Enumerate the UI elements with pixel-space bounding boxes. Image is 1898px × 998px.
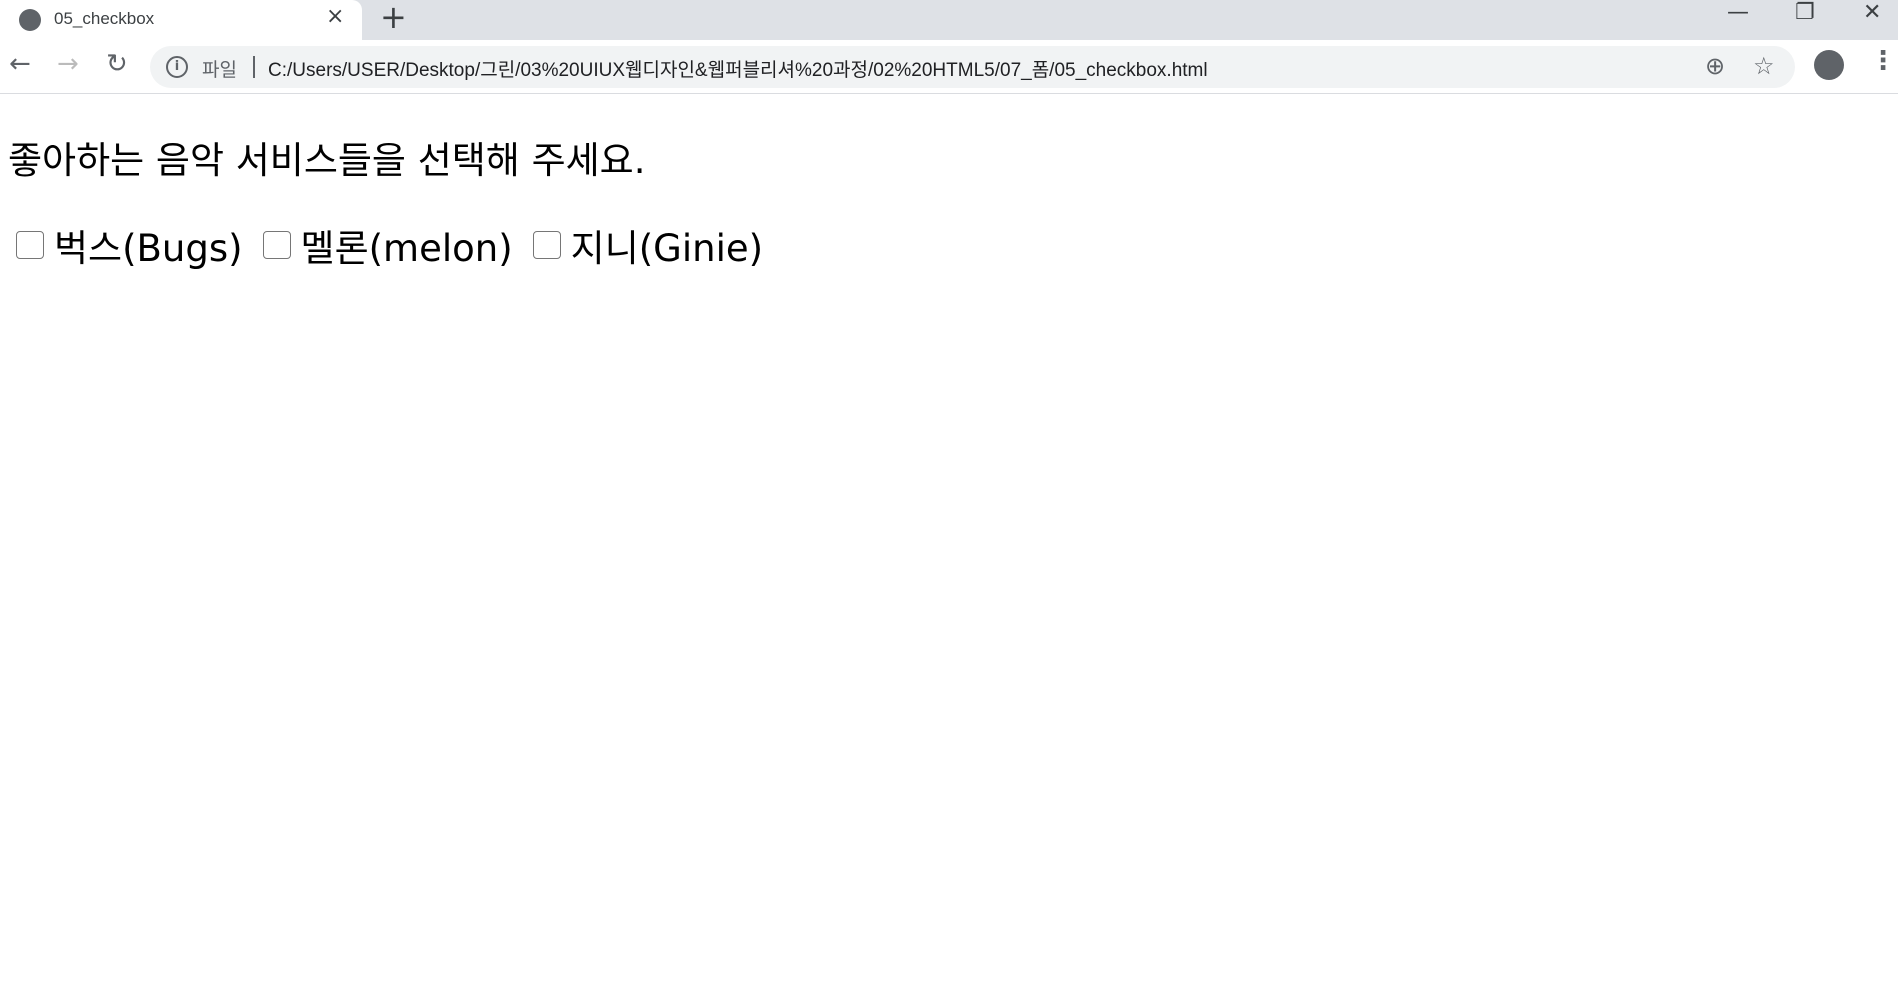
reload-button[interactable]: ↻ [106,49,128,79]
info-icon[interactable]: i [166,56,188,78]
back-button[interactable]: ← [9,49,31,79]
tab-strip: 05_checkbox × + — ❐ ✕ [0,0,1898,40]
tab-close-icon[interactable]: × [326,4,344,29]
tab-active[interactable]: 05_checkbox × [0,0,362,40]
menu-icon[interactable]: ⋮ [1870,46,1896,76]
restore-button[interactable]: ❐ [1795,0,1815,25]
forward-button[interactable]: → [57,49,79,79]
separator [253,56,255,78]
checkbox-group: 벅스(Bugs) 멜론(melon) 지니(Ginie) [8,218,775,272]
new-tab-button[interactable]: + [380,0,407,36]
profile-avatar-icon[interactable] [1814,50,1844,80]
close-window-button[interactable]: ✕ [1863,0,1881,25]
label-ginie[interactable]: 지니(Ginie) [571,218,763,272]
checkbox-melon[interactable] [262,231,291,259]
url-text[interactable]: C:/Users/USER/Desktop/그린/03%20UIUX웹디자인&웹… [268,55,1208,82]
bookmark-star-icon[interactable]: ☆ [1753,52,1775,80]
address-bar[interactable]: i 파일 C:/Users/USER/Desktop/그린/03%20UIUX웹… [150,46,1795,88]
zoom-icon[interactable]: ⊕ [1705,52,1725,80]
browser-toolbar: ← → ↻ i 파일 C:/Users/USER/Desktop/그린/03%2… [0,40,1898,94]
scheme-label: 파일 [202,59,237,81]
label-melon[interactable]: 멜론(melon) [301,218,513,272]
page-content: 좋아하는 음악 서비스들을 선택해 주세요. 벅스(Bugs) 멜론(melon… [8,94,775,272]
tab-title: 05_checkbox [54,9,155,28]
label-bugs[interactable]: 벅스(Bugs) [54,218,243,272]
minimize-button[interactable]: — [1727,0,1749,25]
globe-icon [19,9,41,31]
page-heading: 좋아하는 음악 서비스들을 선택해 주세요. [8,139,646,182]
checkbox-ginie[interactable] [532,231,561,259]
checkbox-bugs[interactable] [16,231,44,259]
